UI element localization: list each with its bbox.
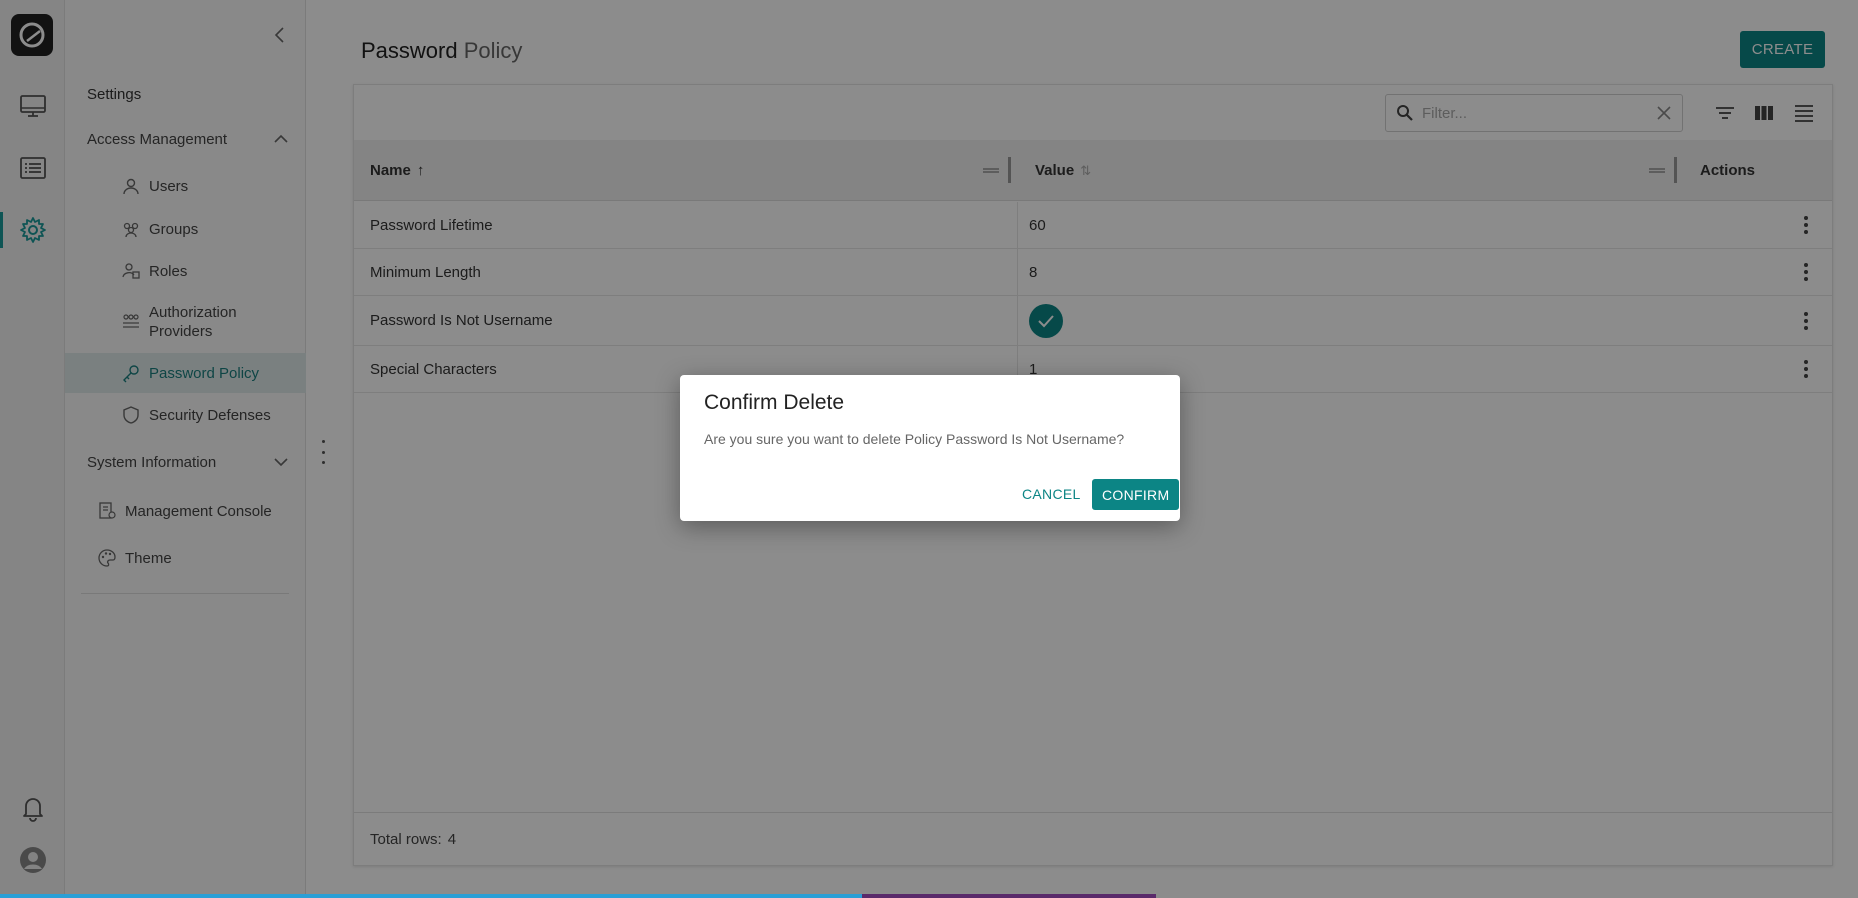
confirm-delete-dialog: Confirm Delete Are you sure you want to … — [680, 375, 1180, 521]
bottom-progress-strip — [0, 894, 1858, 898]
confirm-button[interactable]: CONFIRM — [1092, 479, 1180, 510]
dialog-title: Confirm Delete — [704, 391, 845, 414]
dialog-message: Are you sure you want to delete Policy P… — [704, 431, 1125, 447]
cancel-button[interactable]: CANCEL — [1014, 479, 1089, 509]
